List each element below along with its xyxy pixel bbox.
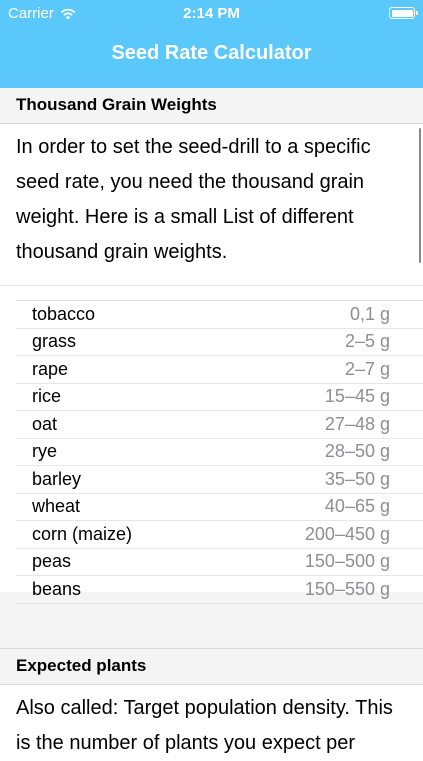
grain-weights-list: tobacco 0,1 g grass 2–5 g rape 2–7 g rice 15–45… [16, 300, 423, 604]
grain-weight: 35–50 g [324, 468, 390, 489]
grain-weight: 15–45 g [324, 386, 390, 407]
table-row: grass 2–5 g [16, 329, 423, 356]
grain-name: tobacco [32, 303, 96, 324]
grain-name: peas [32, 551, 72, 572]
grain-weight: 40–65 g [324, 496, 390, 517]
grain-name: grass [32, 331, 77, 352]
table-row: beans 150–550 g [16, 576, 423, 604]
grain-name: rye [32, 441, 58, 462]
grain-name: beans [32, 578, 82, 599]
grain-weight: 28–50 g [324, 441, 390, 462]
grain-weight: 200–450 g [304, 523, 390, 544]
grain-weight: 150–500 g [304, 551, 390, 572]
grain-weight: 150–550 g [304, 578, 390, 599]
table-row: peas 150–500 g [16, 549, 423, 576]
grain-name: wheat [32, 496, 81, 517]
status-time: 2:14 PM [183, 5, 240, 22]
status-bar: Carrier 2:14 PM [0, 0, 423, 28]
table-row: rice 15–45 g [16, 384, 423, 411]
grain-weight: 2–7 g [344, 358, 390, 379]
page-title: Seed Rate Calculator [111, 42, 312, 64]
grain-weight: 0,1 g [349, 303, 390, 324]
grain-name: barley [32, 468, 82, 489]
grain-name: corn (maize) [32, 523, 133, 544]
table-row: rape 2–7 g [16, 356, 423, 384]
grain-weights-table: tobacco 0,1 g grass 2–5 g rape 2–7 g rice 15–45… [0, 286, 423, 604]
grain-weight: 27–48 g [324, 413, 390, 434]
app-header: Carrier 2:14 PM Seed Rate Calculator [0, 0, 423, 88]
table-row: barley 35–50 g [16, 466, 423, 494]
section-header-grain-weights: Thousand Grain Weights [0, 88, 423, 124]
table-row: wheat 40–65 g [16, 494, 423, 521]
table-row: rye 28–50 g [16, 439, 423, 466]
grain-weights-description: In order to set the seed-drill to a spec… [0, 124, 423, 286]
table-row: tobacco 0,1 g [16, 301, 423, 329]
scroll-indicator[interactable] [418, 128, 421, 263]
grain-name: rice [32, 386, 62, 407]
grain-weight: 2–5 g [344, 331, 390, 352]
grain-name: oat [32, 413, 58, 434]
battery-icon [389, 7, 418, 19]
section-header-expected-plants: Expected plants [0, 649, 423, 685]
table-row: corn (maize) 200–450 g [16, 521, 423, 549]
table-row: oat 27–48 g [16, 411, 423, 439]
grain-name: rape [32, 358, 69, 379]
